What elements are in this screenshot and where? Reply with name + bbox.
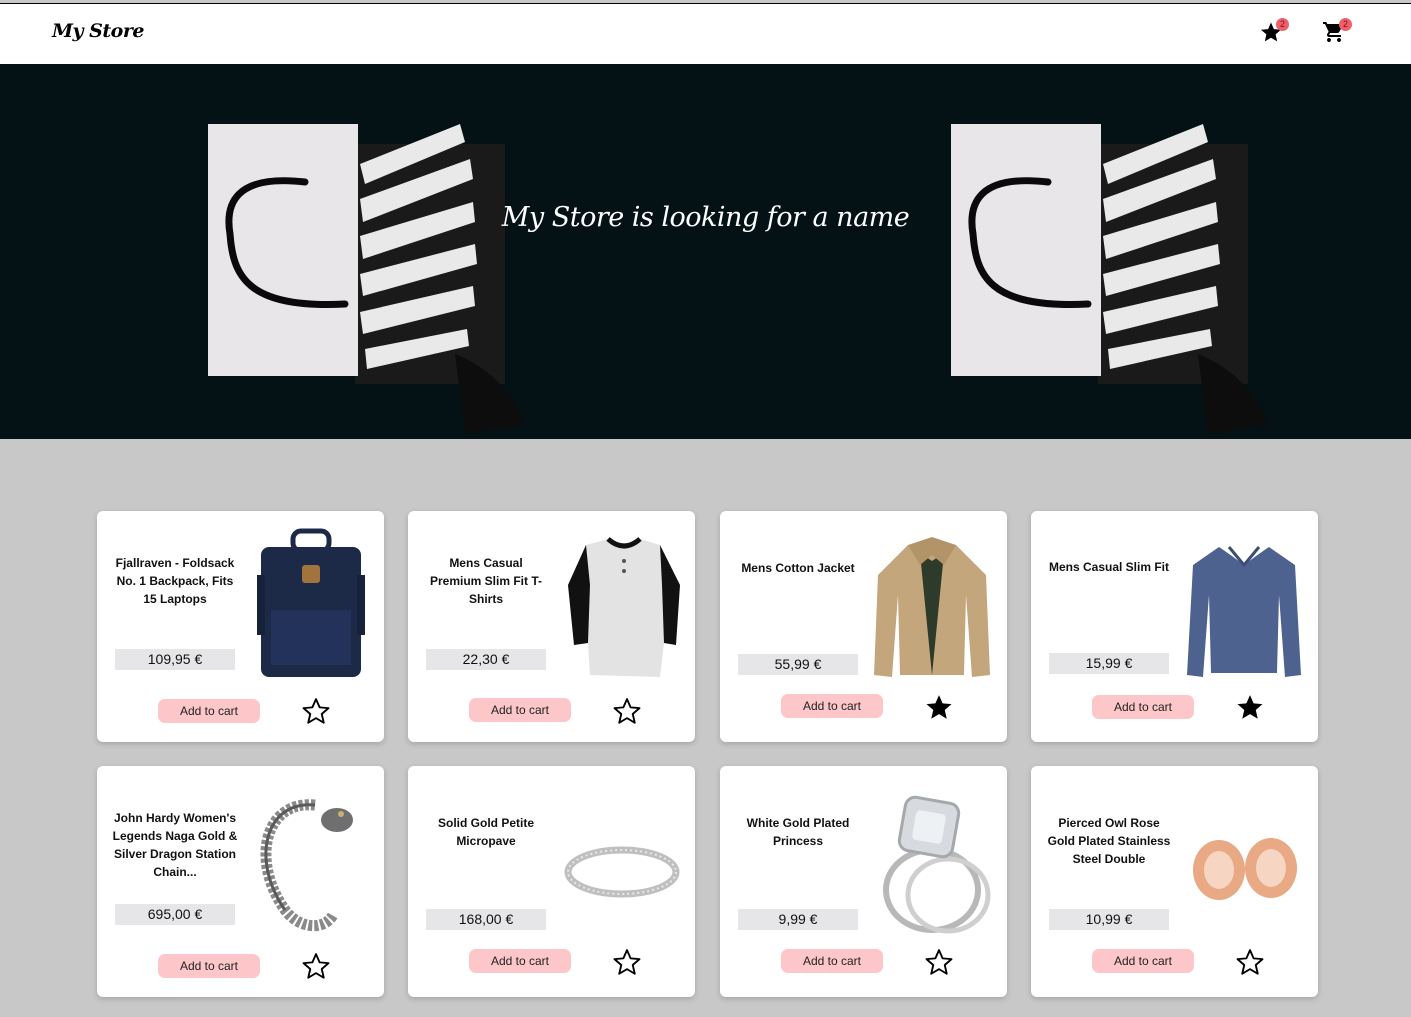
add-to-cart-button[interactable]: Add to cart <box>469 949 571 973</box>
product-price: 9,99 € <box>738 909 858 930</box>
product-name[interactable]: Pierced Owl Rose Gold Plated Stainless S… <box>1045 814 1173 868</box>
product-card: John Hardy Women's Legends Naga Gold & S… <box>97 766 384 997</box>
hero-title: My Store is looking for a name <box>501 202 910 233</box>
cart-count-badge: 2 <box>1339 18 1352 31</box>
favorite-star-filled-icon[interactable] <box>924 692 954 722</box>
product-card: Solid Gold Petite Micropave 168,00 € Add… <box>408 766 695 997</box>
product-price: 695,00 € <box>115 904 235 925</box>
product-card: Pierced Owl Rose Gold Plated Stainless S… <box>1031 766 1318 997</box>
add-to-cart-button[interactable]: Add to cart <box>781 694 883 718</box>
diamond-ring-image <box>883 795 991 934</box>
favorite-star-icon[interactable] <box>301 696 331 726</box>
tshirt-image <box>568 537 680 677</box>
product-name[interactable]: Mens Cotton Jacket <box>734 559 862 577</box>
hero-banner: My Store is looking for a name <box>0 64 1411 439</box>
product-price: 109,95 € <box>115 649 235 670</box>
ring-image <box>564 846 680 898</box>
product-name[interactable]: John Hardy Women's Legends Naga Gold & S… <box>111 809 239 881</box>
add-to-cart-button[interactable]: Add to cart <box>469 698 571 722</box>
store-logo[interactable]: My Store <box>52 20 144 42</box>
product-card: Fjallraven - Foldsack No. 1 Backpack, Fi… <box>97 511 384 742</box>
sweater-image <box>1187 546 1301 677</box>
product-card: Mens Casual Premium Slim Fit T-Shirts 22… <box>408 511 695 742</box>
product-price: 15,99 € <box>1049 653 1169 674</box>
product-price: 10,99 € <box>1049 909 1169 930</box>
bracelet-image <box>260 799 353 932</box>
favorite-star-icon[interactable] <box>924 947 954 977</box>
add-to-cart-button[interactable]: Add to cart <box>158 699 260 723</box>
add-to-cart-button[interactable]: Add to cart <box>1092 695 1194 719</box>
site-header: My Store 2 2 <box>0 4 1411 64</box>
product-price: 168,00 € <box>426 909 546 930</box>
add-to-cart-button[interactable]: Add to cart <box>781 949 883 973</box>
favorite-star-filled-icon[interactable] <box>1235 692 1265 722</box>
product-name[interactable]: White Gold Plated Princess <box>734 814 862 850</box>
product-card: Mens Cotton Jacket 55,99 € Add to cart <box>720 511 1007 742</box>
add-to-cart-button[interactable]: Add to cart <box>158 954 260 978</box>
product-price: 22,30 € <box>426 649 546 670</box>
shopping-bag-image <box>951 124 1268 434</box>
favorite-star-icon[interactable] <box>1235 947 1265 977</box>
add-to-cart-button[interactable]: Add to cart <box>1092 949 1194 973</box>
favorites-button[interactable]: 2 <box>1259 18 1289 48</box>
favorite-star-icon[interactable] <box>612 696 642 726</box>
favorite-star-icon[interactable] <box>612 947 642 977</box>
product-name[interactable]: Solid Gold Petite Micropave <box>422 814 550 850</box>
product-card: White Gold Plated Princess 9,99 € Add to… <box>720 766 1007 997</box>
backpack-image <box>257 528 365 677</box>
product-name[interactable]: Mens Casual Slim Fit <box>1045 558 1173 576</box>
product-card: Mens Casual Slim Fit 15,99 € Add to cart <box>1031 511 1318 742</box>
shopping-bag-image <box>208 124 525 434</box>
product-name[interactable]: Fjallraven - Foldsack No. 1 Backpack, Fi… <box>111 554 239 608</box>
product-name[interactable]: Mens Casual Premium Slim Fit T-Shirts <box>422 554 550 608</box>
favorite-star-icon[interactable] <box>301 951 331 981</box>
cart-button[interactable]: 2 <box>1322 18 1352 48</box>
favorites-count-badge: 2 <box>1276 18 1289 31</box>
plugs-image <box>1193 838 1297 900</box>
product-price: 55,99 € <box>738 654 858 675</box>
jacket-image <box>874 537 990 677</box>
